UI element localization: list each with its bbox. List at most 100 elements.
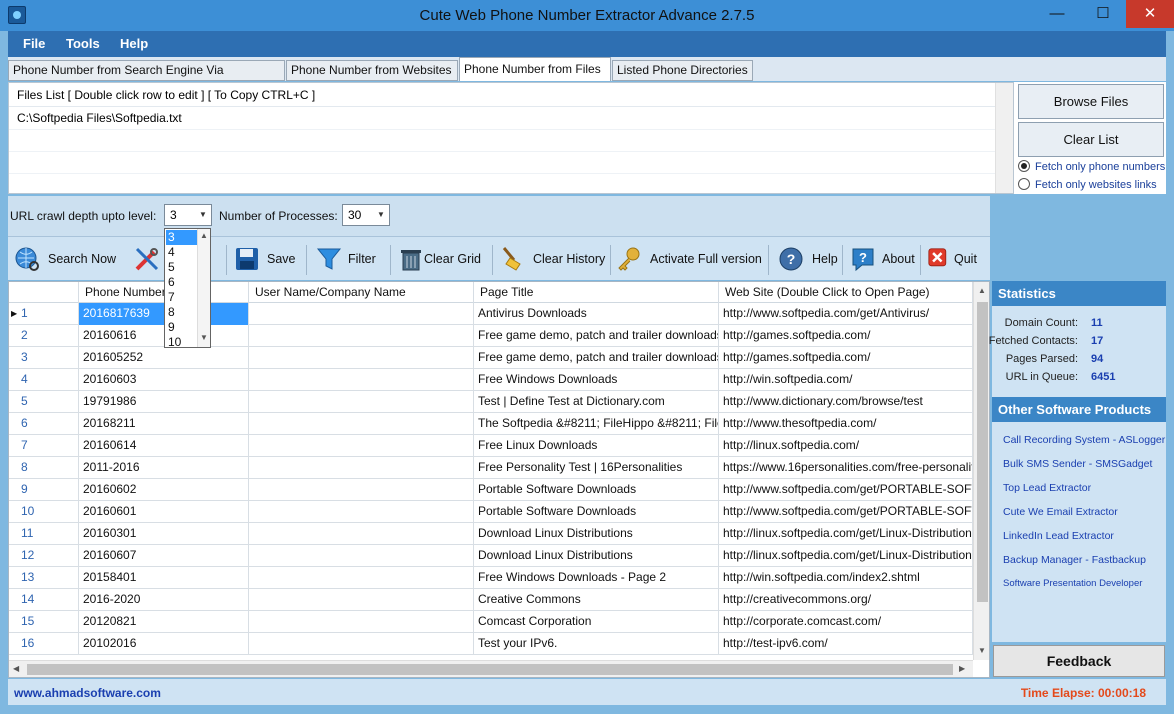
- company-cell[interactable]: [249, 457, 474, 479]
- scroll-up-icon[interactable]: ▲: [978, 286, 986, 295]
- phone-cell[interactable]: 2016-2020: [79, 589, 249, 611]
- website-cell[interactable]: http://www.thesoftpedia.com/: [719, 413, 973, 435]
- product-link[interactable]: Cute We Email Extractor: [1003, 506, 1118, 518]
- menu-file[interactable]: File: [23, 36, 45, 51]
- website-cell[interactable]: https://www.16personalities.com/free-per…: [719, 457, 973, 479]
- company-cell[interactable]: [249, 633, 474, 655]
- table-row[interactable]: 6 20168211 The Softpedia &#8211; FileHippo…: [9, 413, 973, 435]
- maximize-button[interactable]: ☐: [1080, 0, 1126, 28]
- browse-files-button[interactable]: Browse Files: [1018, 84, 1164, 119]
- row-index-cell[interactable]: 11: [9, 523, 79, 545]
- phone-cell[interactable]: 20160607: [79, 545, 249, 567]
- product-link[interactable]: Call Recording System - ASLogger: [1003, 434, 1165, 446]
- phone-cell[interactable]: 20168211: [79, 413, 249, 435]
- table-row[interactable]: 4 20160603 Free Windows Downloads http://wi…: [9, 369, 973, 391]
- table-row[interactable]: 2 20160616 Free game demo, patch and trail…: [9, 325, 973, 347]
- save-button[interactable]: Save: [234, 243, 298, 275]
- files-list[interactable]: Files List [ Double click row to edit ] …: [8, 82, 1014, 194]
- company-cell[interactable]: [249, 523, 474, 545]
- company-cell[interactable]: [249, 611, 474, 633]
- table-row[interactable]: 14 2016-2020 Creative Commons http://creati…: [9, 589, 973, 611]
- table-row[interactable]: 13 20158401 Free Windows Downloads - Page …: [9, 567, 973, 589]
- title-cell[interactable]: Download Linux Distributions: [474, 523, 719, 545]
- files-list-row[interactable]: C:\Softpedia Files\Softpedia.txt: [9, 107, 995, 129]
- feedback-button[interactable]: Feedback: [993, 645, 1165, 677]
- phone-cell[interactable]: 19791986: [79, 391, 249, 413]
- title-cell[interactable]: Antivirus Downloads: [474, 303, 719, 325]
- phone-cell[interactable]: 20102016: [79, 633, 249, 655]
- website-cell[interactable]: http://www.softpedia.com/get/PORTABLE-SO…: [719, 479, 973, 501]
- title-cell[interactable]: Test your IPv6.: [474, 633, 719, 655]
- scroll-left-icon[interactable]: ◀: [13, 664, 19, 673]
- scroll-down-icon[interactable]: ▼: [200, 333, 208, 342]
- company-cell[interactable]: [249, 325, 474, 347]
- product-link[interactable]: Bulk SMS Sender - SMSGadget: [1003, 458, 1152, 470]
- phone-cell[interactable]: 20158401: [79, 567, 249, 589]
- dropdown-scrollbar[interactable]: ▲ ▼: [197, 229, 210, 347]
- row-index-cell[interactable]: 2: [9, 325, 79, 347]
- website-cell[interactable]: http://win.softpedia.com/: [719, 369, 973, 391]
- dropdown-option[interactable]: 3: [166, 230, 198, 245]
- dropdown-option[interactable]: 6: [166, 275, 198, 290]
- column-header-index[interactable]: [9, 282, 79, 303]
- title-cell[interactable]: The Softpedia &#8211; FileHippo &#8211; …: [474, 413, 719, 435]
- title-cell[interactable]: Test | Define Test at Dictionary.com: [474, 391, 719, 413]
- row-index-cell[interactable]: 8: [9, 457, 79, 479]
- table-row[interactable]: 10 20160601 Portable Software Downloads htt…: [9, 501, 973, 523]
- dropdown-option[interactable]: 7: [166, 290, 198, 305]
- tab-search-engine[interactable]: Phone Number from Search Engine Via KeyW…: [8, 60, 285, 95]
- website-cell[interactable]: http://linux.softpedia.com/get/Linux-Dis…: [719, 545, 973, 567]
- company-cell[interactable]: [249, 435, 474, 457]
- table-row[interactable]: 8 2011-2016 Free Personality Test | 16Pers…: [9, 457, 973, 479]
- website-cell[interactable]: http://linux.softpedia.com/get/Linux-Dis…: [719, 523, 973, 545]
- radio-website-links[interactable]: Fetch only websites links: [1018, 178, 1157, 191]
- tab-files[interactable]: Phone Number from Files: [459, 57, 611, 81]
- product-link[interactable]: Software Presentation Developer: [1003, 578, 1142, 589]
- dropdown-option[interactable]: 5: [166, 260, 198, 275]
- table-row[interactable]: 9 20160602 Portable Software Downloads http…: [9, 479, 973, 501]
- website-cell[interactable]: http://www.dictionary.com/browse/test: [719, 391, 973, 413]
- depth-combo[interactable]: 3 ▼: [164, 204, 212, 226]
- row-index-cell[interactable]: 14: [9, 589, 79, 611]
- close-button[interactable]: ✕: [1126, 0, 1174, 28]
- column-header-website[interactable]: Web Site (Double Click to Open Page): [719, 282, 973, 303]
- company-cell[interactable]: [249, 567, 474, 589]
- dropdown-option[interactable]: 10: [166, 335, 198, 350]
- tab-directories[interactable]: Listed Phone Directories: [612, 60, 753, 81]
- company-cell[interactable]: [249, 303, 474, 325]
- depth-dropdown-list[interactable]: 3 4 5 6 7 8 9 10 ▲ ▼: [164, 228, 211, 350]
- table-row[interactable]: 7 20160614 Free Linux Downloads http://linu…: [9, 435, 973, 457]
- title-cell[interactable]: Free Linux Downloads: [474, 435, 719, 457]
- row-index-cell[interactable]: 13: [9, 567, 79, 589]
- results-grid[interactable]: Phone Number User Name/Company Name Page…: [8, 281, 990, 678]
- phone-cell[interactable]: 20120821: [79, 611, 249, 633]
- table-row[interactable]: 5 19791986 Test | Define Test at Dictionar…: [9, 391, 973, 413]
- row-index-cell[interactable]: 3: [9, 347, 79, 369]
- website-cell[interactable]: http://creativecommons.org/: [719, 589, 973, 611]
- website-cell[interactable]: http://win.softpedia.com/index2.shtml: [719, 567, 973, 589]
- website-cell[interactable]: http://www.softpedia.com/get/PORTABLE-SO…: [719, 501, 973, 523]
- title-cell[interactable]: Free Personality Test | 16Personalities: [474, 457, 719, 479]
- tab-websites[interactable]: Phone Number from Websites: [286, 60, 458, 81]
- clear-history-button[interactable]: Clear History: [500, 243, 606, 275]
- website-cell[interactable]: http://test-ipv6.com/: [719, 633, 973, 655]
- company-cell[interactable]: [249, 391, 474, 413]
- company-cell[interactable]: [249, 347, 474, 369]
- row-index-cell[interactable]: 16: [9, 633, 79, 655]
- title-cell[interactable]: Portable Software Downloads: [474, 501, 719, 523]
- column-header-company[interactable]: User Name/Company Name: [249, 282, 474, 303]
- dropdown-option[interactable]: 4: [166, 245, 198, 260]
- scroll-right-icon[interactable]: ▶: [959, 664, 965, 673]
- minimize-button[interactable]: —: [1034, 0, 1080, 28]
- company-cell[interactable]: [249, 413, 474, 435]
- scroll-up-icon[interactable]: ▲: [200, 231, 208, 240]
- dropdown-option[interactable]: 8: [166, 305, 198, 320]
- menu-help[interactable]: Help: [120, 36, 148, 51]
- help-button[interactable]: ? Help: [778, 243, 838, 275]
- grid-vertical-scrollbar[interactable]: ▲ ▼: [973, 282, 989, 660]
- row-index-cell[interactable]: 6: [9, 413, 79, 435]
- phone-cell[interactable]: 20160301: [79, 523, 249, 545]
- processes-combo[interactable]: 30 ▼: [342, 204, 390, 226]
- menu-tools[interactable]: Tools: [66, 36, 100, 51]
- product-link[interactable]: Backup Manager - Fastbackup: [1003, 554, 1146, 566]
